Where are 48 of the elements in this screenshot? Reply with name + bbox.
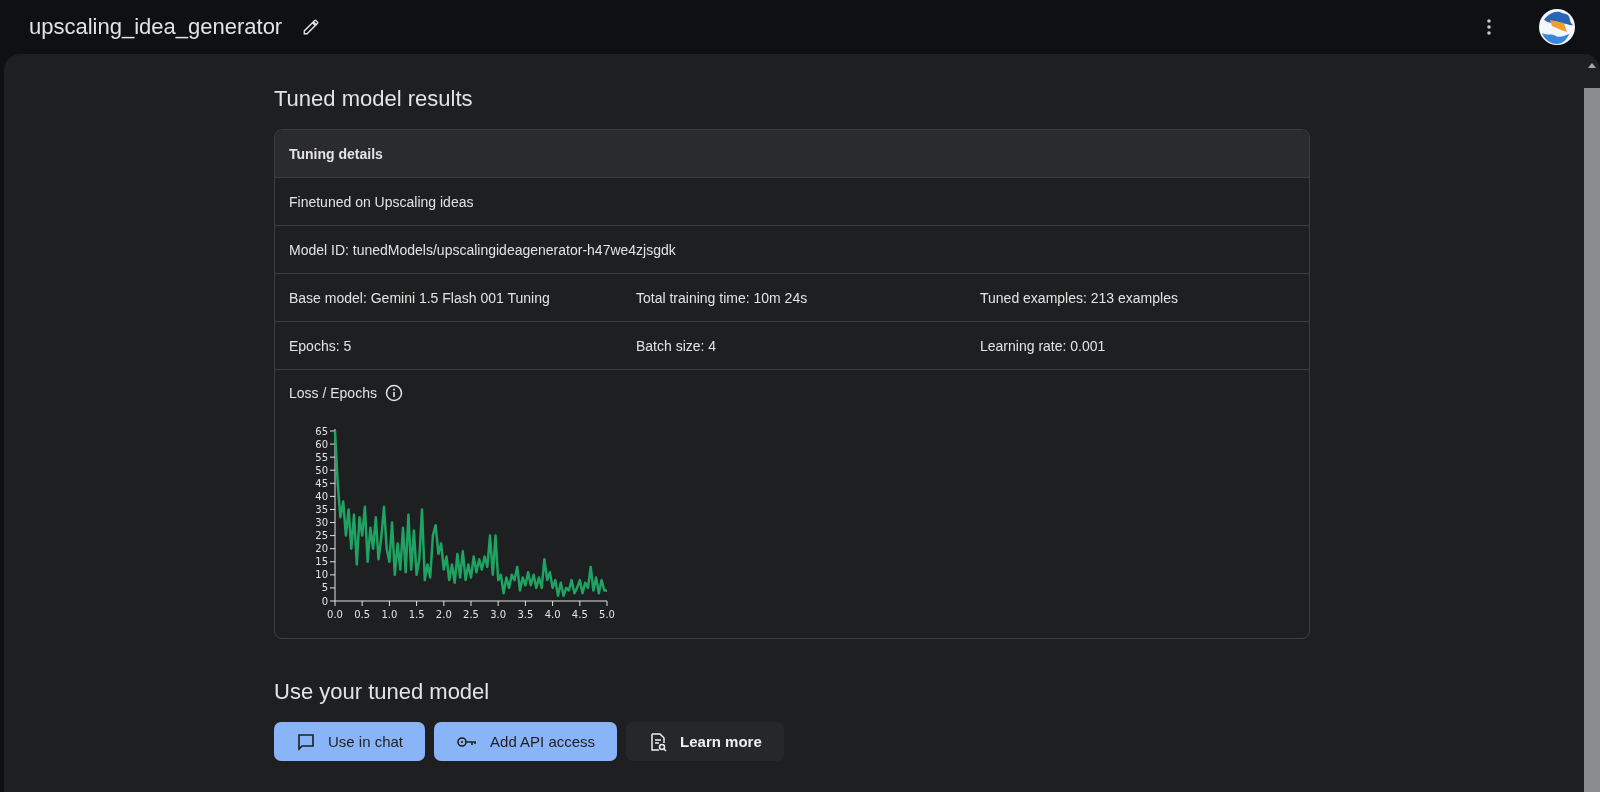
x-tick-label: 5.0	[599, 609, 615, 620]
x-tick-label: 4.0	[544, 609, 561, 620]
learn-more-button[interactable]: Learn more	[626, 722, 784, 761]
x-tick-label: 0.5	[354, 609, 371, 620]
x-tick-label: 1.5	[408, 609, 425, 620]
chat-icon	[296, 731, 316, 752]
chart-label: Loss / Epochs	[289, 385, 377, 401]
y-tick-label: 5	[321, 582, 328, 594]
scrollbar-thumb[interactable]	[1584, 88, 1600, 792]
y-tick-label: 65	[315, 425, 328, 437]
api-access-button[interactable]: Add API access	[434, 722, 618, 761]
y-tick-label: 20	[315, 543, 328, 555]
detail-text: Epochs: 5	[289, 337, 353, 354]
info-icon[interactable]	[384, 384, 403, 402]
section-heading: Use your tuned model	[274, 679, 491, 705]
x-tick-label: 0.0	[327, 609, 343, 620]
x-tick-label: 2.0	[435, 609, 452, 620]
x-tick-label: 1.0	[381, 609, 398, 620]
card-header: Tuning details	[275, 130, 1309, 177]
x-tick-label: 4.5	[571, 609, 588, 620]
y-tick-label: 60	[315, 438, 328, 450]
y-tick-label: 30	[315, 517, 328, 529]
document-search-icon	[648, 731, 669, 752]
project-title: upscaling_idea_generator	[29, 14, 283, 40]
x-tick-label: 3.5	[517, 609, 534, 620]
y-tick-label: 50	[315, 464, 328, 476]
y-tick-label: 35	[315, 503, 328, 515]
x-tick-label: 3.0	[490, 609, 507, 620]
more-icon[interactable]	[1486, 18, 1492, 36]
detail-text: Finetuned on Upscaling ideas	[289, 193, 475, 210]
edit-icon[interactable]	[302, 18, 321, 36]
x-tick-label: 2.5	[463, 609, 479, 620]
y-tick-label: 0	[321, 595, 328, 607]
detail-text: Total training time: 10m 24s	[636, 289, 809, 306]
section-heading: Tuned model results	[274, 86, 474, 112]
detail-text: Tuned examples: 213 examples	[980, 289, 1179, 306]
y-tick-label: 45	[315, 477, 328, 489]
detail-text: Learning rate: 0.001	[980, 337, 1107, 354]
detail-text: Batch size: 4	[636, 337, 718, 354]
avatar[interactable]	[1538, 8, 1576, 46]
detail-text: Model ID: tunedModels/upscalingideagenerator-h47we4zjsgdk	[289, 241, 677, 258]
y-tick-label: 15	[315, 556, 328, 568]
y-tick-label: 55	[315, 451, 328, 463]
y-tick-label: 40	[315, 490, 328, 502]
detail-text: Base model: Gemini 1.5 Flash 001 Tuning	[289, 289, 551, 306]
y-tick-label: 10	[315, 569, 328, 581]
y-tick-label: 25	[315, 530, 328, 542]
use-in-chat-button[interactable]: Use in chat	[274, 722, 426, 761]
